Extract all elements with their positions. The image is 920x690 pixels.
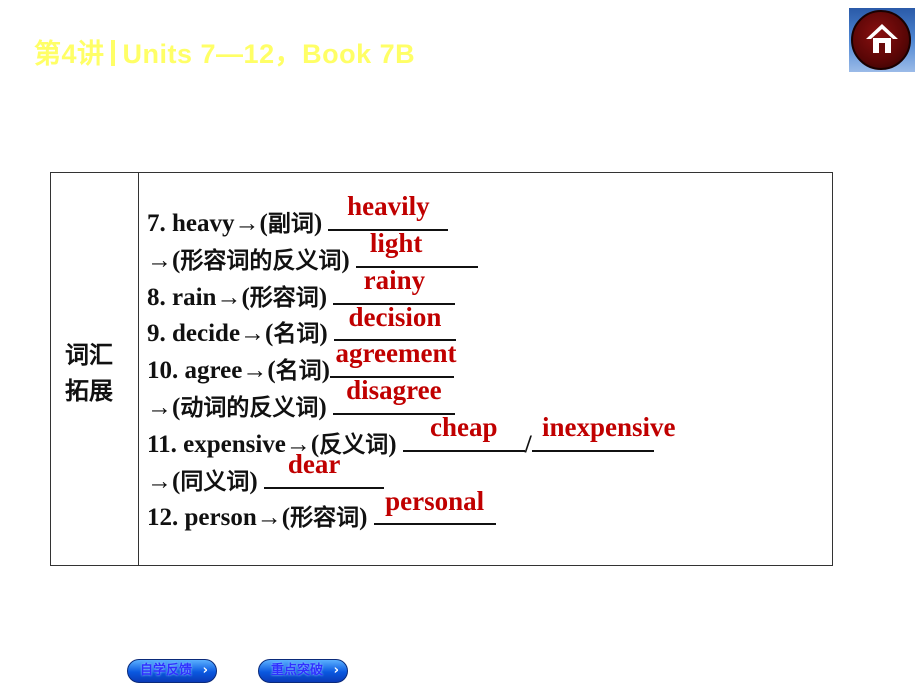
answer-text: disagree [346,375,442,406]
item-hint: 名词 [273,321,320,348]
section-label-cell: 词汇 拓展 [51,173,139,565]
item-prompt: 9. decide→( [147,320,274,348]
item-prompt: →( [147,467,181,495]
answer-text: personal [385,485,485,516]
item-hint: 副词 [267,211,314,237]
section-label-line2: 拓展 [65,377,113,405]
exercise-list: 7. heavy→(副词) heavily →(形容词的反义词) light 8… [147,191,832,532]
item-hint: 形容词 [290,505,360,532]
answer-text: cheap [430,411,498,442]
answer-blank-alt[interactable]: inexpensive [531,412,676,452]
home-icon [866,24,898,53]
answer-blank[interactable]: dear [263,449,384,489]
title-divider [110,40,115,66]
answer-blank[interactable]: cheap [402,412,525,452]
item-prompt-end: ) [318,283,334,311]
self-study-feedback-button[interactable]: 自学反馈 › [127,659,217,683]
answer-text-alt: inexpensive [541,411,676,442]
section-label: 词汇 拓展 [65,337,125,409]
button-label: 重点突破 [271,663,324,678]
chevron-right-icon: › [202,663,208,678]
exercise-line: 10. agree→(名词) agreement [147,338,832,385]
item-hint: 同义词 [180,468,250,495]
page-title: 第4讲 Units 7—12，Book 7B [34,32,415,71]
item-prompt: 12. person→( [147,504,291,532]
item-prompt-end: ) [318,393,333,421]
exercise-line: →(形容词的反义词) light [147,228,832,274]
item-hint: 名词 [275,358,322,385]
answer-text: rainy [363,264,426,295]
answer-text: light [369,228,423,258]
exercise-line: 8. rain→(形容词) rainy [147,265,832,311]
answer-blank[interactable]: personal [373,486,496,526]
item-prompt: →( [147,393,181,421]
item-prompt: →( [147,246,181,274]
answer-text: heavily [347,191,430,222]
lesson-title: Units 7—12，Book 7B [122,39,416,69]
answer-text: agreement [335,338,457,369]
answer-separator: / [524,430,532,458]
vocabulary-table: 词汇 拓展 7. heavy→(副词) heavily →(形容词的反义词) l… [50,172,833,566]
item-prompt-end: ) [388,430,403,458]
home-button[interactable] [849,8,915,72]
chevron-right-icon: › [333,663,339,678]
answer-text: decision [348,301,442,332]
item-hint: 形容词 [249,284,319,311]
key-breakthrough-button[interactable]: 重点突破 › [258,659,348,683]
item-hint: 形容词的反义词 [180,247,342,274]
button-label: 自学反馈 [140,663,193,678]
item-prompt-end: ) [313,210,329,237]
exercise-line: 11. expensive→(反义词) cheap / inexpensive [147,412,832,458]
answer-text: dear [287,448,341,479]
item-hint: 动词的反义词 [180,394,319,421]
item-prompt: 7. heavy→( [147,210,268,237]
exercise-line: 7. heavy→(副词) heavily [147,191,832,237]
item-prompt: 8. rain→( [147,283,250,311]
item-prompt: 10. agree→( [147,357,276,385]
section-label-line1: 词汇 [65,341,113,369]
exercise-line: 9. decide→(名词) decision [147,302,832,348]
item-prompt-end: ) [359,504,374,532]
lesson-number: 第4讲 [34,39,105,69]
item-prompt-end: ) [249,467,264,495]
exercise-line: 12. person→(形容词) personal [147,486,832,532]
